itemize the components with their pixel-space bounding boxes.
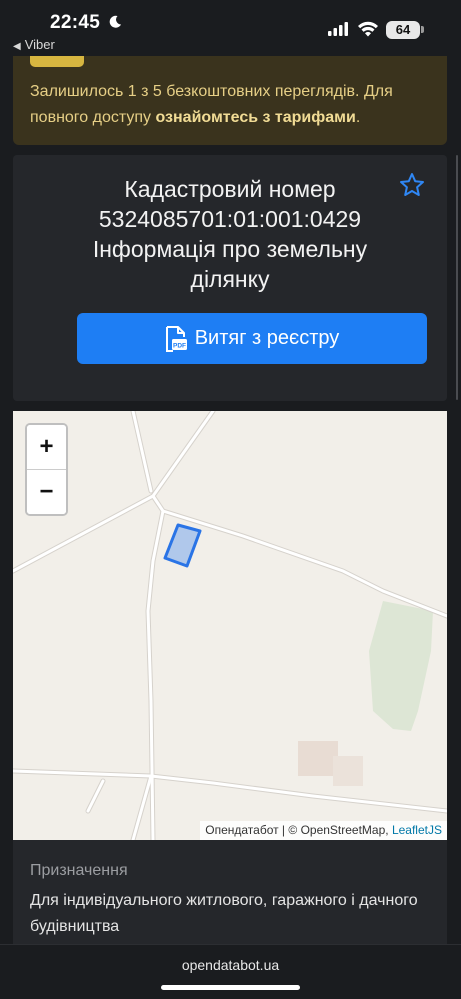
title-line-1: Кадастровий номер xyxy=(124,176,336,202)
title-line-4: ділянку xyxy=(190,266,270,292)
back-app-label: Viber xyxy=(24,37,55,52)
registry-extract-button[interactable]: PDF Витяг з реєстру xyxy=(77,313,427,364)
attribution-separator: | © xyxy=(278,823,301,837)
registry-extract-label: Витяг з реєстру xyxy=(194,327,340,349)
attribution-owner: Опендатабот xyxy=(205,823,279,837)
purpose-label: Призначення xyxy=(30,862,128,879)
purpose-value: Для індивідуального житлового, гаражного… xyxy=(30,892,418,935)
zoom-in-button[interactable]: + xyxy=(27,425,66,470)
status-bar: 22:45 ◀ Viber 64 xyxy=(0,0,461,56)
attribution-comma: , xyxy=(385,823,392,837)
browser-url-bar[interactable]: opendatabot.ua xyxy=(0,944,461,999)
free-views-notice: Залишилось 1 з 5 безкоштовних переглядів… xyxy=(13,56,447,145)
wifi-icon xyxy=(358,21,378,37)
pdf-icon: PDF xyxy=(165,325,187,352)
zoom-out-button[interactable]: − xyxy=(27,470,66,514)
purpose-section: Призначення Для індивідуального житловог… xyxy=(13,840,447,944)
svg-text:PDF: PDF xyxy=(173,342,186,349)
battery-indicator: 64 xyxy=(386,21,420,39)
home-indicator[interactable] xyxy=(161,985,300,990)
cadastral-number: 5324085701:01:001:0429 xyxy=(98,206,362,232)
battery-nub xyxy=(421,26,424,33)
scrollbar[interactable] xyxy=(456,155,458,400)
tariffs-link[interactable]: ознайомтесь з тарифами xyxy=(155,109,355,126)
zoom-control: + − xyxy=(25,423,68,516)
status-time: 22:45 xyxy=(50,12,101,33)
map-attribution: Опендатабот | © OpenStreetMap, LeafletJS xyxy=(200,821,447,840)
star-icon[interactable] xyxy=(399,172,425,198)
parcel-info-card: Кадастровий номер 5324085701:01:001:0429… xyxy=(13,155,447,401)
page-title: Кадастровий номер 5324085701:01:001:0429… xyxy=(53,174,407,294)
signal-icon xyxy=(328,22,348,36)
attribution-osm-link[interactable]: OpenStreetMap xyxy=(301,823,386,837)
parcel-map[interactable]: + − Опендатабот | © OpenStreetMap, Leafl… xyxy=(13,411,447,840)
title-line-3: Інформація про земельну xyxy=(92,236,368,262)
moon-icon xyxy=(109,15,121,28)
notice-suffix: . xyxy=(355,109,361,126)
back-arrow-icon: ◀ xyxy=(13,41,21,52)
notice-text: Залишилось 1 з 5 безкоштовних переглядів… xyxy=(30,79,435,131)
back-to-app-link[interactable]: ◀ Viber xyxy=(13,37,55,52)
attribution-leaflet-link[interactable]: LeafletJS xyxy=(392,823,442,837)
url-text[interactable]: opendatabot.ua xyxy=(0,957,461,973)
notice-tab xyxy=(30,56,84,67)
map-tiles[interactable] xyxy=(13,411,447,840)
